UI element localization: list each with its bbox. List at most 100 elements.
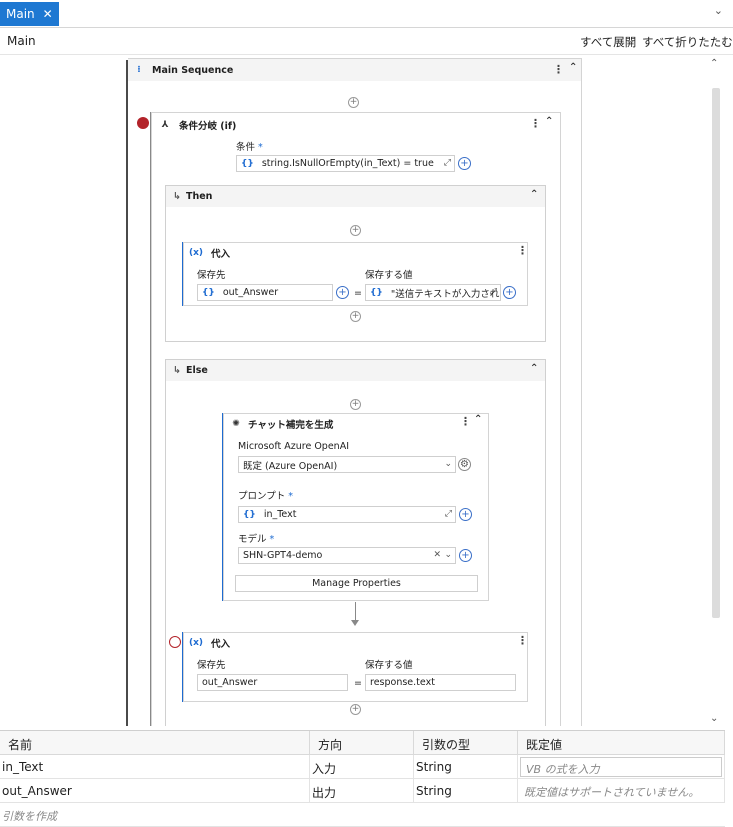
then-title: Then [185,191,213,202]
expression-icon: {} [370,287,383,298]
condition-label: 条件 * [236,142,263,153]
chevron-down-icon[interactable]: ⌄ [714,4,723,17]
close-icon[interactable]: ✕ [43,7,53,21]
equals-sign: = [354,288,362,299]
model-select[interactable]: SHN-GPT4-demo ✕ ⌄ [238,547,456,564]
clear-icon[interactable]: ✕ [433,550,441,560]
scroll-down-icon[interactable]: ⌄ [710,713,718,724]
value-value: response.text [370,677,435,688]
menu-icon[interactable]: ⋮ [553,63,564,76]
expression-icon: {} [241,158,254,169]
value-field[interactable]: {} "送信テキストが入力され ⤢ [365,284,501,301]
menu-icon[interactable]: ⋮ [517,634,528,647]
create-argument-label: 引数を作成 [2,810,57,823]
argument-type-cell[interactable]: String [414,779,518,803]
add-activity-icon[interactable]: + [348,97,359,108]
column-header-name[interactable]: 名前 [0,731,310,755]
add-icon[interactable]: + [336,286,349,299]
main-sequence-header: ⁝ Main Sequence ⋮ ⌃ [128,59,581,81]
assign-title: 代入 [211,248,231,260]
add-activity-icon[interactable]: + [350,225,361,236]
collapse-icon[interactable]: ⌃ [545,116,553,127]
to-label: 保存先 [197,660,226,671]
add-activity-icon[interactable]: + [350,311,361,322]
assign-icon: (x) [189,247,204,258]
vertical-scrollbar[interactable]: ⌃ ⌄ [709,56,733,726]
connector-arrow-icon [351,620,359,626]
collapse-icon[interactable]: ⌃ [569,62,577,73]
menu-icon[interactable]: ⋮ [460,415,471,428]
manage-properties-button[interactable]: Manage Properties [235,575,478,592]
tab-main[interactable]: Main ✕ [0,2,59,26]
argument-direction-cell[interactable]: 出力 [310,779,414,803]
add-activity-icon[interactable]: + [350,704,361,715]
designer-canvas: ⁝ Main Sequence ⋮ ⌃ + ⅄ 条件分岐 (if) ⋮ ⌃ 条件… [0,56,709,726]
condition-value: string.IsNullOrEmpty(in_Text) = true [261,158,434,169]
collapse-icon[interactable]: ⌃ [530,363,538,374]
connection-select[interactable]: 既定 (Azure OpenAI) ⌄ [238,456,456,473]
value-value: "送信テキストが入力され [390,288,500,300]
chevron-down-icon[interactable]: ⌄ [444,459,452,469]
argument-name-cell[interactable]: in_Text [0,755,310,779]
if-activity[interactable]: ⅄ 条件分岐 (if) ⋮ ⌃ 条件 * {} string.IsNullOrEm… [151,112,561,726]
tab-main-label: Main [6,7,35,21]
collapse-icon[interactable]: ⌃ [474,414,482,425]
scrollbar-thumb[interactable] [712,88,720,618]
else-block: ↳ Else ⌃ + ✺ チャット補完を生成 ⋮ ⌃ Microsoft Azu… [165,359,546,726]
breakpoint-hollow-icon[interactable] [169,636,181,648]
assign-else[interactable]: (x) 代入 ⋮ 保存先 保存する値 out_Answer = response… [183,632,528,702]
prompt-value: in_Text [263,509,297,520]
tab-bar: Main ✕ ⌄ [0,0,733,28]
if-header: ⅄ 条件分岐 (if) ⋮ ⌃ [152,113,560,137]
argument-name-cell[interactable]: out_Answer [0,779,310,803]
value-field[interactable]: response.text [365,674,516,691]
assign-title: 代入 [211,638,231,650]
expand-editor-icon[interactable]: ⤢ [444,158,451,168]
expand-all-button[interactable]: すべて展開 [580,34,636,50]
default-placeholder: VB の式を入力 [526,763,600,776]
column-header-default[interactable]: 既定値 [518,731,725,755]
to-field[interactable]: {} out_Answer [197,284,333,301]
collapse-all-button[interactable]: すべて折りたたむ [642,34,733,50]
chat-title: チャット補完を生成 [248,419,334,431]
add-activity-icon[interactable]: + [350,399,361,410]
add-icon[interactable]: + [503,286,516,299]
else-arrow-icon: ↳ [173,365,181,376]
column-header-direction[interactable]: 方向 [310,731,414,755]
else-header: ↳ Else ⌃ [166,360,545,381]
expand-editor-icon[interactable]: ⤢ [445,509,452,519]
prompt-field[interactable]: {} in_Text ⤢ [238,506,456,523]
assign-then[interactable]: (x) 代入 ⋮ 保存先 保存する値 {} out_Answer + = {} "送… [183,242,528,306]
collapse-icon[interactable]: ⌃ [530,189,538,200]
breadcrumb[interactable]: Main [7,34,36,48]
default-value-input[interactable]: VB の式を入力 [520,757,722,777]
add-condition-icon[interactable]: + [458,157,471,170]
main-sequence-title: Main Sequence [152,64,234,76]
model-label: モデル * [238,534,275,545]
argument-type-cell[interactable]: String [414,755,518,779]
equals-sign: = [354,678,362,689]
add-icon[interactable]: + [459,549,472,562]
assign-header: (x) 代入 ⋮ [184,633,528,652]
menu-icon[interactable]: ⋮ [517,244,528,257]
column-header-type[interactable]: 引数の型 [414,731,518,755]
gear-icon[interactable]: ⚙ [458,458,471,471]
chat-completion-activity[interactable]: ✺ チャット補完を生成 ⋮ ⌃ Microsoft Azure OpenAI 既… [223,413,489,601]
add-icon[interactable]: + [459,508,472,521]
breakpoint-icon[interactable] [137,117,149,129]
else-title: Else [185,365,208,376]
to-field[interactable]: out_Answer [197,674,348,691]
scroll-up-icon[interactable]: ⌃ [710,58,718,69]
condition-field[interactable]: {} string.IsNullOrEmpty(in_Text) = true ⤢ [236,155,455,172]
then-header: ↳ Then ⌃ [166,186,545,207]
menu-icon[interactable]: ⋮ [530,117,541,130]
chevron-down-icon[interactable]: ⌄ [444,550,452,560]
assign-icon: (x) [189,637,204,648]
then-arrow-icon: ↳ [173,191,181,202]
argument-direction-cell[interactable]: 入力 [310,755,414,779]
create-argument-row[interactable]: 引数を作成 [0,803,725,827]
argument-default-cell[interactable]: VB の式を入力 [518,755,725,779]
expand-editor-icon[interactable]: ⤢ [490,287,497,297]
chat-header: ✺ チャット補完を生成 ⋮ ⌃ [224,414,488,433]
branch-icon: ⅄ [161,120,169,130]
